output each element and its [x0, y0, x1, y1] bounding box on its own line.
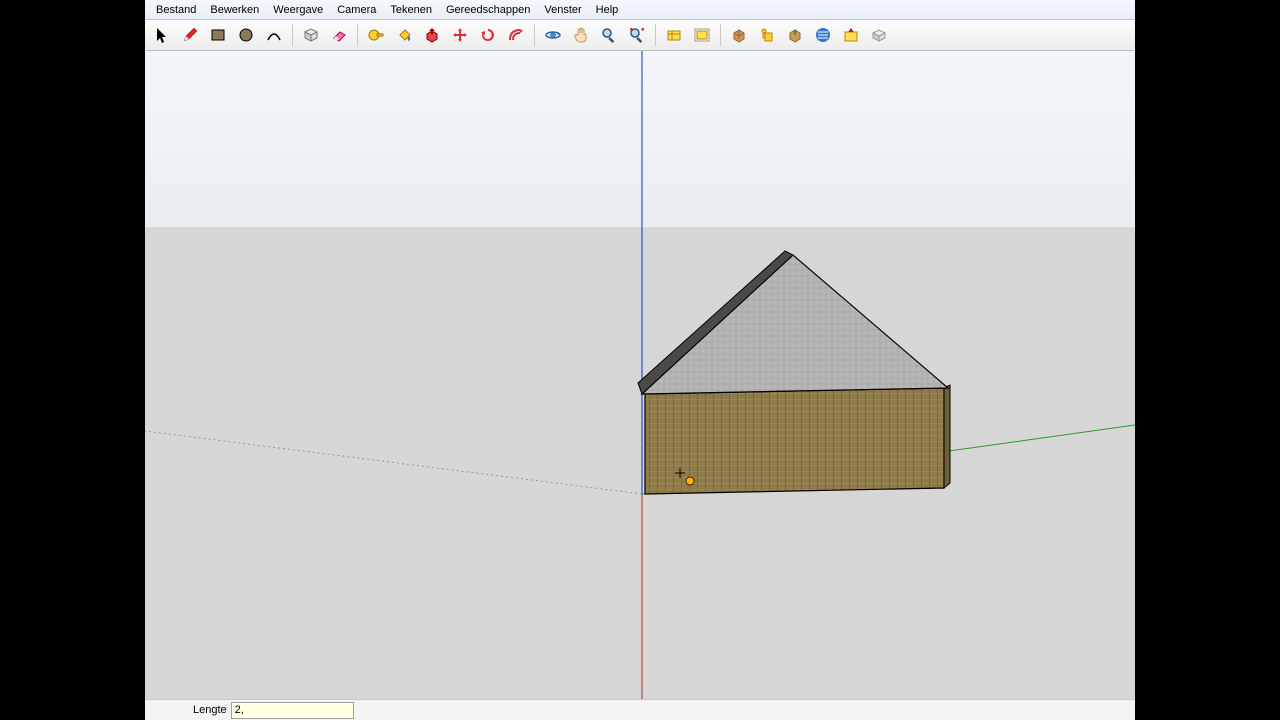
menu-weergave[interactable]: Weergave	[266, 2, 330, 18]
length-label: Lengte	[193, 704, 227, 716]
application-window: Bestand Bewerken Weergave Camera Tekenen…	[145, 0, 1135, 720]
toolbar	[145, 20, 1135, 51]
layers-tool[interactable]	[810, 22, 836, 48]
paint-bucket-tool[interactable]	[391, 22, 417, 48]
zoom-extents-tool[interactable]	[624, 22, 650, 48]
offset-tool[interactable]	[503, 22, 529, 48]
menu-bestand[interactable]: Bestand	[149, 2, 203, 18]
length-input[interactable]	[231, 702, 354, 719]
rotate-tool[interactable]	[475, 22, 501, 48]
arc-tool[interactable]	[261, 22, 287, 48]
scene-canvas	[145, 51, 1135, 699]
menu-venster[interactable]: Venster	[537, 2, 588, 18]
viewport-3d[interactable]	[145, 51, 1135, 699]
place-model-tool[interactable]	[754, 22, 780, 48]
circle-tool[interactable]	[233, 22, 259, 48]
menu-bewerken[interactable]: Bewerken	[203, 2, 266, 18]
menu-gereedschappen[interactable]: Gereedschappen	[439, 2, 537, 18]
separator	[534, 24, 535, 46]
get-models-tool[interactable]	[726, 22, 752, 48]
orbit-tool[interactable]	[540, 22, 566, 48]
menu-bar: Bestand Bewerken Weergave Camera Tekenen…	[145, 0, 1135, 20]
separator	[357, 24, 358, 46]
status-bar: Lengte	[145, 699, 1135, 720]
push-pull-tool[interactable]	[419, 22, 445, 48]
separator	[720, 24, 721, 46]
outliner-tool[interactable]	[866, 22, 892, 48]
menu-help[interactable]: Help	[589, 2, 626, 18]
menu-camera[interactable]: Camera	[330, 2, 383, 18]
toggle-terrain-tool[interactable]	[689, 22, 715, 48]
separator	[292, 24, 293, 46]
separator	[655, 24, 656, 46]
eraser-tool[interactable]	[326, 22, 352, 48]
menu-tekenen[interactable]: Tekenen	[383, 2, 439, 18]
share-model-tool[interactable]	[782, 22, 808, 48]
select-tool[interactable]	[149, 22, 175, 48]
pencil-tool[interactable]	[177, 22, 203, 48]
styles-tool[interactable]	[838, 22, 864, 48]
add-location-tool[interactable]	[661, 22, 687, 48]
tape-measure-tool[interactable]	[363, 22, 389, 48]
rectangle-tool[interactable]	[205, 22, 231, 48]
pan-tool[interactable]	[568, 22, 594, 48]
move-tool[interactable]	[447, 22, 473, 48]
make-component-tool[interactable]	[298, 22, 324, 48]
zoom-tool[interactable]	[596, 22, 622, 48]
